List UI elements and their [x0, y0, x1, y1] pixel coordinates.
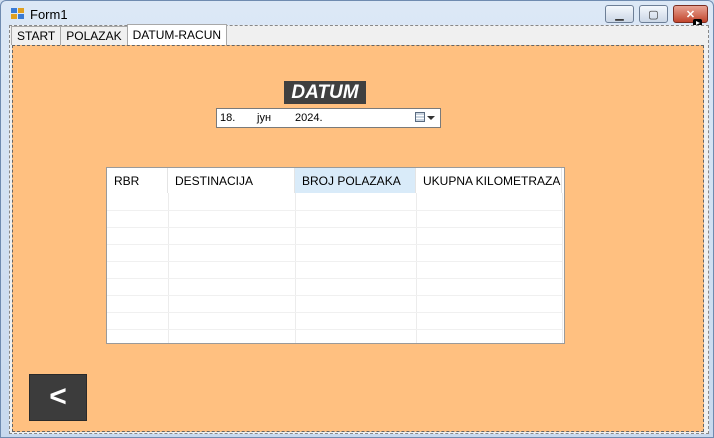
- app-icon: [11, 8, 25, 20]
- date-picker[interactable]: 18. јун 2024.: [216, 108, 441, 128]
- table-row[interactable]: [107, 244, 562, 262]
- table-row[interactable]: [107, 329, 562, 343]
- tab-polazak[interactable]: POLAZAK: [60, 26, 128, 45]
- calendar-icon: [415, 112, 425, 122]
- maximize-icon: ▢: [648, 8, 659, 21]
- table-row[interactable]: [107, 312, 562, 330]
- table-row[interactable]: [107, 295, 562, 313]
- date-month[interactable]: јун: [257, 109, 271, 127]
- tab-start[interactable]: START: [11, 26, 62, 45]
- column-header-ukupna-kilometraza[interactable]: UKUPNA KILOMETRAZA: [416, 168, 562, 193]
- close-button[interactable]: ✕: [673, 5, 708, 23]
- grid-header-row: RBR DESTINACIJA BROJ POLAZAKA UKUPNA KIL…: [107, 168, 564, 193]
- table-row[interactable]: [107, 210, 562, 228]
- tab-strip: START POLAZAK DATUM-RACUN: [11, 24, 228, 46]
- calendar-dropdown-button[interactable]: [415, 111, 437, 125]
- column-header-broj-polazaka[interactable]: BROJ POLAZAKA: [295, 168, 416, 193]
- chevron-down-icon: [427, 116, 435, 120]
- date-year[interactable]: 2024.: [295, 109, 323, 127]
- minimize-button[interactable]: ▁: [605, 5, 634, 23]
- back-button[interactable]: <: [29, 374, 87, 421]
- column-header-rbr[interactable]: RBR: [107, 168, 168, 193]
- date-day[interactable]: 18.: [220, 109, 235, 127]
- data-grid[interactable]: RBR DESTINACIJA BROJ POLAZAKA UKUPNA KIL…: [106, 167, 565, 344]
- datum-label: DATUM: [284, 81, 366, 104]
- table-row[interactable]: [107, 261, 562, 279]
- window-title: Form1: [30, 7, 68, 22]
- table-row[interactable]: [107, 227, 562, 245]
- column-header-destinacija[interactable]: DESTINACIJA: [168, 168, 295, 193]
- maximize-button[interactable]: ▢: [639, 5, 668, 23]
- tab-datum-racun[interactable]: DATUM-RACUN: [126, 24, 228, 45]
- grid-column-divider: [562, 193, 563, 343]
- minimize-icon: ▁: [615, 8, 624, 21]
- table-row[interactable]: [107, 278, 562, 296]
